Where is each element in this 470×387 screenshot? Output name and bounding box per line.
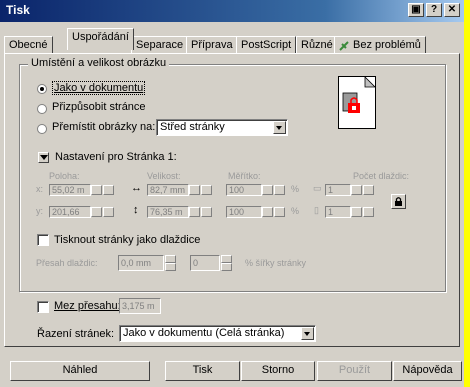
tab-issues[interactable]: Bez problémů — [334, 36, 426, 53]
tile-overlap-percent-spin-down[interactable] — [221, 263, 232, 271]
height-spin-up[interactable] — [201, 207, 212, 217]
warning-icon — [339, 40, 349, 51]
preview-button[interactable]: Náhled — [10, 361, 150, 381]
tab-issues-label: Bez problémů — [353, 39, 421, 51]
tiles-x-spin-up[interactable] — [363, 185, 374, 195]
move-images-label[interactable]: Přemístit obrázky na: — [52, 121, 155, 133]
bleed-limit-label[interactable]: Mez přesahu: — [54, 300, 121, 312]
x-position-field[interactable]: 55,02 m — [49, 184, 91, 196]
size-header: Velikost: — [147, 171, 181, 181]
page-preview — [338, 76, 376, 129]
x-spin-down[interactable] — [91, 185, 102, 195]
scale-header: Měřítko: — [228, 171, 261, 181]
tab-separations[interactable]: Separace — [131, 36, 189, 53]
width-spin-down[interactable] — [189, 185, 200, 195]
settings-expand-button[interactable] — [38, 152, 49, 163]
tiles-y-spin-up[interactable] — [363, 207, 374, 217]
yellow-border — [464, 0, 470, 387]
tiles-x-spin-down[interactable] — [351, 185, 362, 195]
tab-bar: Obecné Uspořádání Separace Příprava Post… — [0, 22, 464, 53]
tiles-y-field[interactable]: 1 — [325, 206, 351, 218]
window-title: Tisk — [6, 3, 30, 17]
scale-x-field[interactable]: 100 — [226, 184, 262, 196]
scale-x-percent: % — [291, 184, 300, 194]
y-label: y: — [36, 206, 44, 216]
height-arrow-icon: ↕ — [133, 204, 139, 216]
scale-y-spin-down[interactable] — [262, 207, 273, 217]
help-button[interactable]: Nápověda — [393, 361, 462, 381]
settings-for-label: Nastavení pro Stránka 1: — [55, 151, 177, 163]
chevron-down-icon[interactable] — [273, 121, 286, 134]
move-position-select[interactable]: Střed stránky — [156, 119, 288, 136]
tiles-horizontal-icon: ▭ — [313, 183, 322, 193]
height-spin-down[interactable] — [189, 207, 200, 217]
y-spin-down[interactable] — [91, 207, 102, 217]
tile-pages-checkbox[interactable] — [37, 234, 49, 246]
x-label: x: — [36, 184, 44, 194]
fit-page-radio[interactable] — [37, 104, 47, 114]
move-images-radio[interactable] — [37, 124, 47, 134]
print-button[interactable]: Tisk — [165, 361, 240, 381]
placement-group-label: Umístění a velikost obrázku — [28, 57, 170, 69]
tile-overlap-spin-down[interactable] — [165, 263, 176, 271]
tab-prepress[interactable]: Příprava — [186, 36, 238, 53]
lock-ratio-button[interactable] — [391, 194, 406, 209]
tab-general[interactable]: Obecné — [4, 36, 53, 53]
bleed-limit-checkbox[interactable] — [37, 301, 49, 313]
scale-y-field[interactable]: 100 — [226, 206, 262, 218]
height-field[interactable]: 76,35 m — [147, 206, 189, 218]
as-document-radio[interactable] — [37, 84, 47, 94]
tile-overlap-percent-field[interactable]: 0 — [190, 255, 220, 271]
scale-y-spin-up[interactable] — [274, 207, 285, 217]
tile-overlap-field[interactable]: 0,0 mm — [118, 255, 164, 271]
tile-pages-label[interactable]: Tisknout stránky jako dlaždice — [54, 234, 200, 246]
chevron-down-icon[interactable] — [301, 327, 314, 340]
tiles-vertical-icon: ▯ — [314, 205, 319, 215]
scale-y-percent: % — [291, 206, 300, 216]
bleed-limit-field[interactable]: 3,175 m — [119, 298, 161, 314]
tiles-y-spin-down[interactable] — [351, 207, 362, 217]
y-spin-up[interactable] — [103, 207, 114, 217]
fit-page-label[interactable]: Přizpůsobit stránce — [52, 101, 146, 113]
tab-misc[interactable]: Různé — [296, 36, 338, 53]
tiles-x-field[interactable]: 1 — [325, 184, 351, 196]
apply-button[interactable]: Použít — [317, 361, 392, 381]
cancel-button[interactable]: Storno — [241, 361, 315, 381]
lock-icon — [395, 197, 402, 206]
title-bar: Tisk ▣ ? ✕ — [0, 0, 464, 22]
tile-overlap-spin-up[interactable] — [165, 255, 176, 263]
restore-button[interactable]: ▣ — [408, 3, 424, 17]
tab-postscript[interactable]: PostScript — [236, 36, 297, 53]
x-spin-up[interactable] — [103, 185, 114, 195]
tile-overlap-width-label: % šířky stránky — [245, 258, 307, 268]
width-spin-up[interactable] — [201, 185, 212, 195]
close-button[interactable]: ✕ — [444, 3, 460, 17]
tile-overlap-percent-spin-up[interactable] — [221, 255, 232, 263]
page-preview-graphic — [342, 76, 376, 113]
page-order-select[interactable]: Jako v dokumentu (Celá stránka) — [119, 325, 316, 342]
tab-layout[interactable]: Uspořádání — [67, 28, 134, 50]
scale-x-spin-down[interactable] — [262, 185, 273, 195]
help-title-button[interactable]: ? — [426, 3, 442, 17]
position-header: Poloha: — [49, 171, 80, 181]
width-field[interactable]: 82,7 mm — [147, 184, 189, 196]
scale-x-spin-up[interactable] — [274, 185, 285, 195]
y-position-field[interactable]: 201,66 — [49, 206, 91, 218]
page-order-value: Jako v dokumentu (Celá stránka) — [123, 327, 285, 339]
print-dialog: Tisk ▣ ? ✕ Obecné Uspořádání Separace Př… — [0, 0, 464, 387]
triangle-down-icon — [40, 155, 48, 160]
width-arrow-icon: ↔ — [131, 182, 142, 194]
tiles-header: Počet dlaždic: — [353, 171, 410, 181]
tile-overlap-label: Přesah dlaždic: — [36, 258, 98, 268]
move-position-value: Střed stránky — [160, 121, 225, 133]
as-document-label[interactable]: Jako v dokumentu — [52, 81, 146, 95]
page-order-label: Řazení stránek: — [37, 328, 115, 340]
